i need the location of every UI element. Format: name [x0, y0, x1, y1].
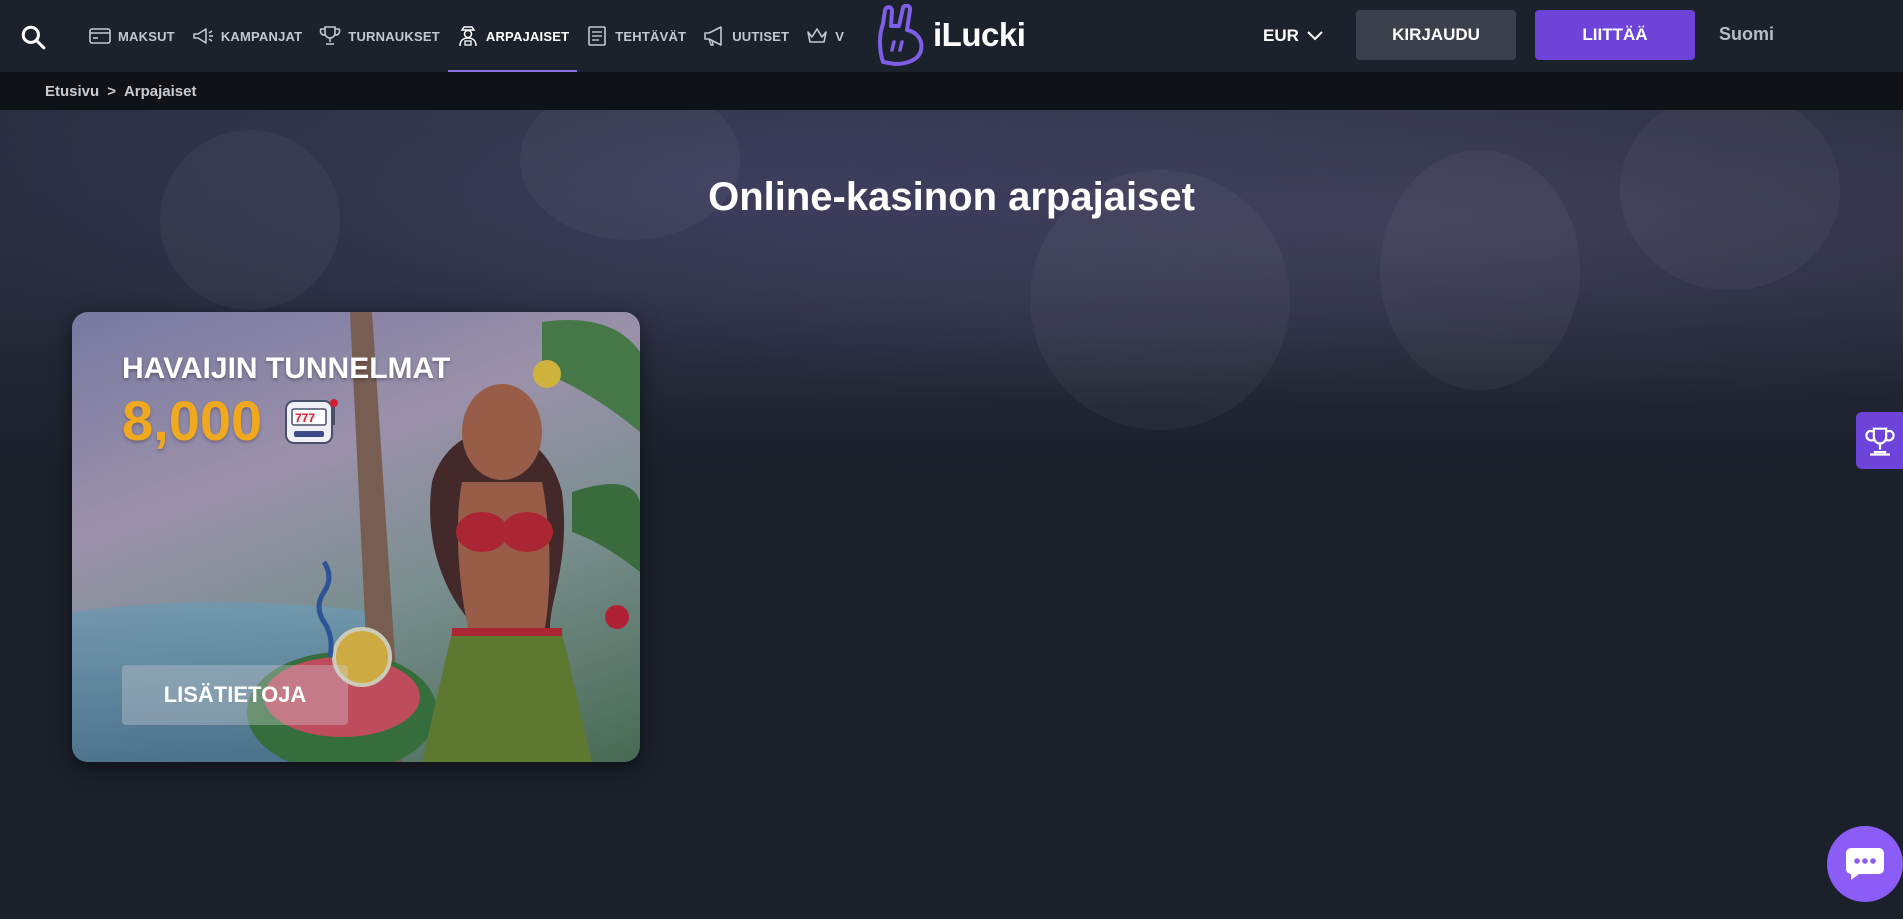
breadcrumb-current: Arpajaiset [123, 82, 197, 100]
nav-label: UUTISET [732, 28, 790, 44]
login-button[interactable]: KIRJAUDU [1356, 10, 1516, 60]
language-selector[interactable]: Suomi [1719, 24, 1774, 45]
nav-item-turnaukset[interactable]: TURNAUKSET [310, 0, 448, 72]
breadcrumb: Etusivu > Arpajaiset [0, 72, 1903, 110]
breadcrumb-separator: > [107, 82, 116, 100]
svg-text:777: 777 [295, 411, 315, 425]
currency-value: EUR [1263, 26, 1299, 45]
lottery-host-icon [459, 26, 477, 47]
tournament-side-tab[interactable] [1856, 412, 1903, 469]
trophy-icon [1864, 427, 1895, 456]
lottery-amount: 8,000 [122, 389, 263, 452]
tasks-list-icon [588, 26, 607, 46]
background-decoration [160, 130, 340, 310]
rock-hand-logo-icon [878, 4, 924, 66]
lottery-prize: 8,000 777 [122, 388, 340, 453]
news-megaphone-icon [704, 26, 722, 46]
lottery-title: HAVAIJIN TUNNELMAT [122, 352, 451, 385]
breadcrumb-home[interactable]: Etusivu [45, 83, 99, 100]
nav-label: TURNAUKSET [348, 28, 440, 44]
site-logo[interactable]: iLucki [877, 4, 1026, 66]
chat-bubble-icon [1846, 848, 1884, 880]
top-header: MAKSUT KAMPANJAT TURNAUKSET ARPAJAISET T… [0, 0, 1903, 72]
nav-item-uutiset[interactable]: UUTISET [694, 0, 797, 72]
trophy-icon [319, 26, 341, 45]
nav-label: ARPAJAISET [485, 28, 570, 44]
lottery-card[interactable]: HAVAIJIN TUNNELMAT 8,000 777 LISÄTIETOJA [72, 312, 640, 762]
nav-label: TEHTÄVÄT [615, 28, 687, 44]
nav-item-tehtavat[interactable]: TEHTÄVÄT [577, 0, 694, 72]
nav-label: KAMPANJAT [220, 28, 303, 44]
nav-item-vip[interactable]: V [797, 0, 852, 72]
live-chat-button[interactable] [1827, 826, 1903, 902]
chevron-down-icon [1307, 31, 1323, 41]
join-button[interactable]: LIITTÄÄ [1535, 10, 1695, 60]
nav-item-arpajaiset[interactable]: ARPAJAISET [447, 0, 578, 72]
page-title: Online-kasinon arpajaiset [708, 175, 1195, 219]
crown-icon [807, 28, 828, 43]
more-info-button[interactable]: LISÄTIETOJA [122, 665, 348, 725]
megaphone-icon [193, 28, 213, 44]
search-icon[interactable] [20, 24, 46, 50]
slot-machine-icon: 777 [285, 398, 339, 444]
nav-item-maksut[interactable]: MAKSUT [80, 0, 183, 72]
nav-label: MAKSUT [118, 28, 175, 44]
payments-card-icon [89, 28, 111, 44]
main-nav: MAKSUT KAMPANJAT TURNAUKSET ARPAJAISET T… [80, 0, 852, 72]
nav-label: V [835, 28, 845, 44]
currency-selector[interactable]: EUR [1263, 22, 1323, 50]
logo-text: iLucki [933, 16, 1026, 53]
nav-item-kampanjat[interactable]: KAMPANJAT [183, 0, 310, 72]
